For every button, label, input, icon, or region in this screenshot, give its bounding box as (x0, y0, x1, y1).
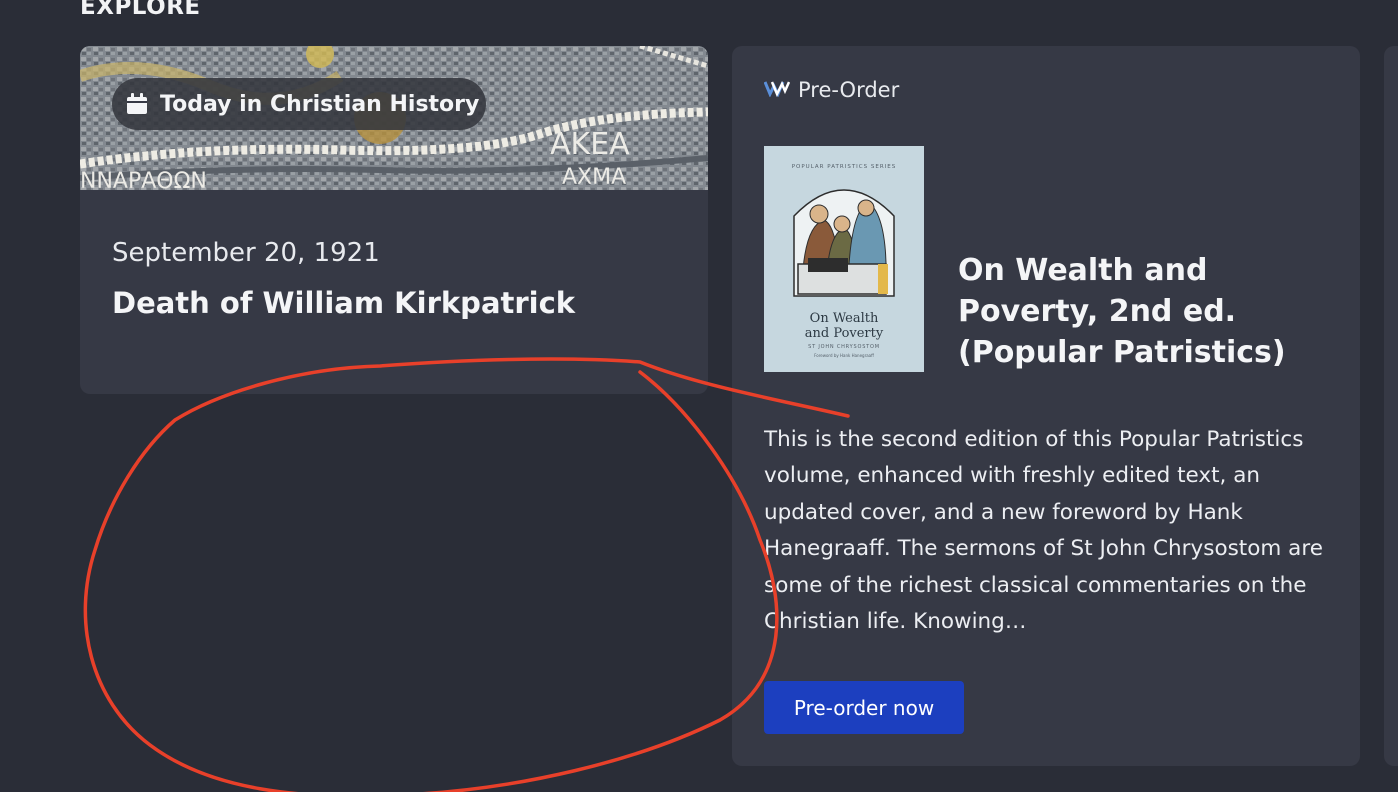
preorder-tag: Pre-Order (763, 78, 900, 102)
calendar-icon (126, 93, 148, 115)
next-card-partial[interactable] (1384, 46, 1398, 766)
preorder-label: Pre-Order (798, 78, 900, 102)
mosaic-text: ΝΝΑΡΑΘΩΝ (80, 169, 207, 190)
christian-history-card[interactable]: AKEA ΑΧΜΑ ΝΝΑΡΑΘΩΝ Today in Christian Hi… (80, 46, 708, 394)
book-title[interactable]: On Wealth and Poverty, 2nd ed. (Popular … (958, 250, 1338, 373)
cover-title-line1: On Wealth (810, 311, 879, 326)
preorder-now-button[interactable]: Pre-order now (764, 681, 964, 734)
badge-label: Today in Christian History (160, 91, 480, 117)
section-title: EXPLORE (80, 0, 201, 20)
preorder-card[interactable]: Pre-Order POPULAR PATRISTICS SERIES On W… (732, 46, 1360, 766)
book-description: This is the second edition of this Popul… (764, 427, 1323, 635)
history-event-title[interactable]: Death of William Kirkpatrick (112, 286, 575, 320)
mosaic-text: ΑΧΜΑ (562, 165, 626, 190)
book-cover-image[interactable]: POPULAR PATRISTICS SERIES On Wealth and … (764, 146, 924, 372)
cover-foreword: Foreword by Hank Hanegraaff (814, 353, 874, 358)
today-in-history-badge: Today in Christian History (112, 78, 486, 130)
mosaic-banner-image: AKEA ΑΧΜΑ ΝΝΑΡΑΘΩΝ Today in Christian Hi… (80, 46, 708, 190)
cover-title-line2: and Poverty (805, 326, 884, 341)
mosaic-text: AKEA (550, 127, 630, 162)
publisher-logo-icon (763, 79, 791, 101)
cover-series: POPULAR PATRISTICS SERIES (792, 164, 897, 170)
cover-author: ST JOHN CHRYSOSTOM (808, 344, 880, 350)
history-date: September 20, 1921 (112, 238, 380, 268)
